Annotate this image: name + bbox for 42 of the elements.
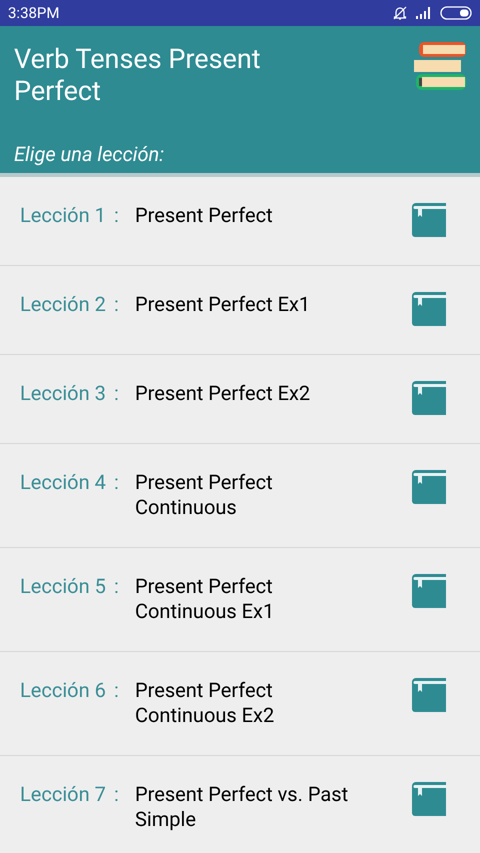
lesson-row[interactable]: Lección 7 : Present Perfect vs. Past Simple [0,756,480,853]
lesson-title: Present Perfect Continuous [135,470,274,520]
book-icon [410,469,446,505]
battery-icon [440,6,472,20]
lesson-title: Present Perfect [135,203,274,228]
book-icon [410,380,446,416]
lesson-title: Present Perfect Continuous Ex2 [135,678,276,728]
book-icon [410,781,446,817]
signal-icon [416,7,432,19]
status-time: 3:38PM [8,2,60,24]
lesson-row[interactable]: Lección 5 : Present Perfect Continuous Ex1 [0,548,480,652]
lesson-title: Present Perfect vs. Past Simple [135,782,350,832]
colon-separator: : [114,203,120,228]
colon-separator: : [114,470,120,495]
book-icon [410,573,446,609]
lesson-row[interactable]: Lección 6 : Present Perfect Continuous Ex2 [0,652,480,756]
lesson-number: Lección 1 [19,203,107,228]
colon-separator: : [114,292,120,317]
lesson-number: Lección 4 [19,470,107,495]
lesson-title: Present Perfect Ex1 [135,292,312,317]
colon-separator: : [114,782,120,807]
book-icon [410,291,446,327]
lesson-row[interactable]: Lección 4 : Present Perfect Continuous [0,444,480,548]
lesson-number: Lección 5 [19,574,107,599]
app-title: Verb Tenses Present Perfect [14,43,262,107]
colon-separator: : [114,381,120,406]
lesson-title: Present Perfect Continuous Ex1 [135,574,276,624]
lesson-number: Lección 7 [19,782,107,807]
colon-separator: : [114,574,120,599]
lesson-row[interactable]: Lección 2 : Present Perfect Ex1 [0,266,480,355]
lesson-row[interactable]: Lección 3 : Present Perfect Ex2 [0,355,480,444]
lesson-number: Lección 6 [19,678,107,703]
lesson-title: Present Perfect Ex2 [135,381,312,406]
lesson-number: Lección 3 [19,381,107,406]
subtitle: Elige una lección: [14,141,164,168]
colon-separator: : [114,678,120,703]
book-icon [410,677,446,713]
lesson-row[interactable]: Lección 1 : Present Perfect [0,177,480,266]
muted-bell-icon [392,5,408,21]
book-icon [410,202,446,238]
lesson-number: Lección 2 [19,292,107,317]
books-icon [414,41,466,93]
